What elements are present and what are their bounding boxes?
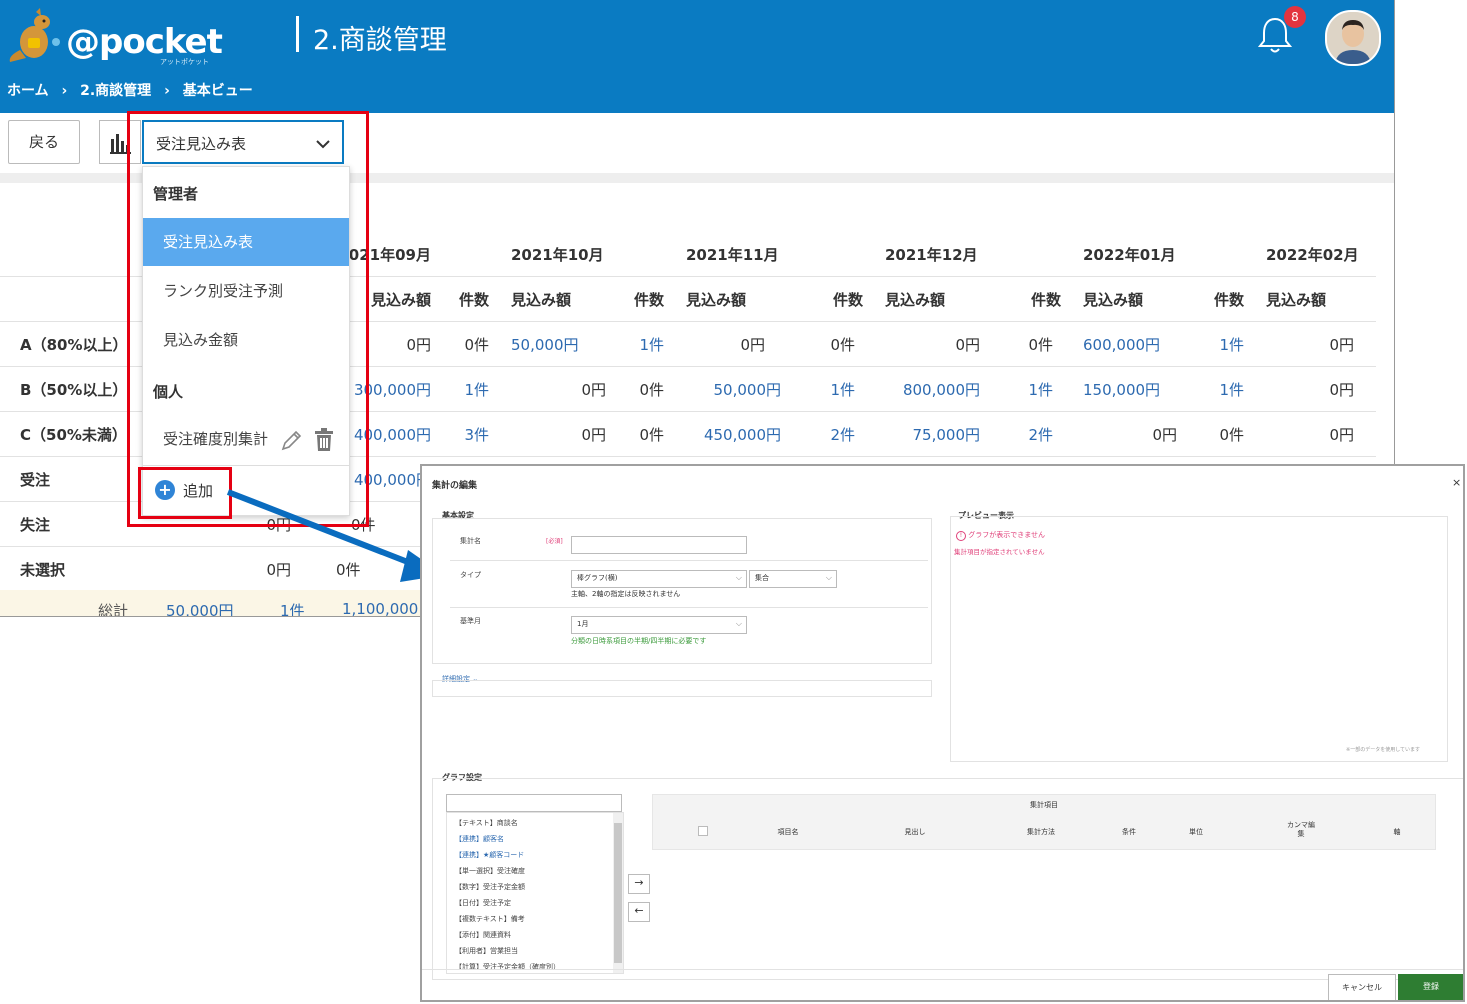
submit-button[interactable]: 登録 bbox=[1398, 974, 1463, 1000]
field-list-item[interactable]: 【添付】関連資料 bbox=[447, 927, 623, 943]
field-list-item[interactable]: 【利用者】営業担当 bbox=[447, 943, 623, 959]
aggregation-style-select[interactable]: 集合 ⌵ bbox=[749, 570, 837, 588]
column-header: 項目名 bbox=[777, 828, 799, 836]
cancel-button[interactable]: キャンセル bbox=[1328, 974, 1396, 1000]
footer-divider bbox=[422, 969, 1463, 970]
select-all-checkbox[interactable] bbox=[698, 826, 708, 836]
close-icon[interactable]: × bbox=[1452, 476, 1461, 489]
remove-field-button[interactable]: ← bbox=[628, 902, 650, 922]
base-month-hint: 分類の日時系項目の半期/四半期に必要です bbox=[571, 637, 707, 645]
field-list-item[interactable]: 【連携】顧客名 bbox=[447, 831, 623, 847]
column-header: 集計方法 bbox=[1027, 828, 1055, 836]
base-month-label: 基準月 bbox=[460, 617, 481, 625]
preview-note: ※一部のデータを使用しています bbox=[1346, 747, 1421, 753]
field-list-item[interactable]: 【複数テキスト】備考 bbox=[447, 911, 623, 927]
detail-settings-panel bbox=[432, 680, 932, 697]
column-header: 見出し bbox=[904, 828, 926, 836]
preview-error-text: グラフが表示できません bbox=[968, 531, 1046, 539]
add-field-button[interactable]: → bbox=[628, 874, 650, 894]
type-hint: 主軸、2軸の指定は反映されません bbox=[571, 590, 681, 598]
scrollbar-thumb[interactable] bbox=[614, 823, 622, 963]
field-list-item[interactable]: 【単一選択】受注確度 bbox=[447, 863, 623, 879]
type-select-value: 棒グラフ(横) bbox=[577, 574, 618, 582]
edit-aggregation-dialog: 集計の編集 × 基本設定 集計名 [必須] タイプ 棒グラフ(横) ⌵ 集合 ⌵… bbox=[420, 464, 1465, 1002]
column-header: 条件 bbox=[1122, 828, 1136, 836]
type-label: タイプ bbox=[460, 571, 481, 579]
column-header: 単位 bbox=[1189, 828, 1203, 836]
field-list-item[interactable]: 【数字】受注予定金額 bbox=[447, 879, 623, 895]
name-input[interactable] bbox=[571, 536, 747, 554]
base-month-select[interactable]: 1月 ⌵ bbox=[571, 616, 747, 634]
scrollbar[interactable] bbox=[613, 813, 623, 973]
column-header: カンマ編集 bbox=[1287, 821, 1315, 838]
field-search-input[interactable] bbox=[446, 794, 622, 812]
required-badge: [必須] bbox=[546, 538, 563, 545]
arrow-right-icon: → bbox=[634, 876, 644, 889]
type-select[interactable]: 棒グラフ(横) ⌵ bbox=[571, 570, 747, 588]
preview-error: ! グラフが表示できません bbox=[956, 530, 1045, 541]
aggregation-items-heading: 集計項目 bbox=[1030, 801, 1058, 809]
name-label: 集計名 bbox=[460, 537, 481, 545]
base-month-value: 1月 bbox=[577, 620, 589, 628]
aggregation-style-value: 集合 bbox=[755, 574, 769, 582]
field-list-item[interactable]: 【テキスト】商談名 bbox=[447, 815, 623, 831]
field-list-item[interactable]: 【連携】★顧客コード bbox=[447, 847, 623, 863]
field-list[interactable]: 【テキスト】商談名 【連携】顧客名 【連携】★顧客コード 【単一選択】受注確度 【数字】… bbox=[446, 812, 624, 974]
arrow-left-icon: ← bbox=[634, 904, 644, 917]
dialog-title: 集計の編集 bbox=[432, 481, 478, 491]
chevron-down-icon: ⌵ bbox=[735, 619, 742, 628]
divider bbox=[450, 560, 928, 561]
column-header: 軸 bbox=[1393, 828, 1401, 836]
field-list-item[interactable]: 【日付】受注予定 bbox=[447, 895, 623, 911]
preview-error-detail: 集計項目が指定されていません bbox=[954, 548, 1045, 556]
chevron-down-icon: ⌵ bbox=[735, 573, 742, 582]
divider bbox=[450, 607, 928, 608]
chevron-down-icon: ⌵ bbox=[825, 573, 832, 582]
alert-icon: ! bbox=[956, 531, 966, 541]
aggregation-items-table-header: 集計項目 項目名 見出し 集計方法 条件 単位 カンマ編集 軸 bbox=[652, 794, 1436, 850]
field-list-item[interactable]: 【計算】受注予定金額（確度別） bbox=[447, 959, 623, 973]
